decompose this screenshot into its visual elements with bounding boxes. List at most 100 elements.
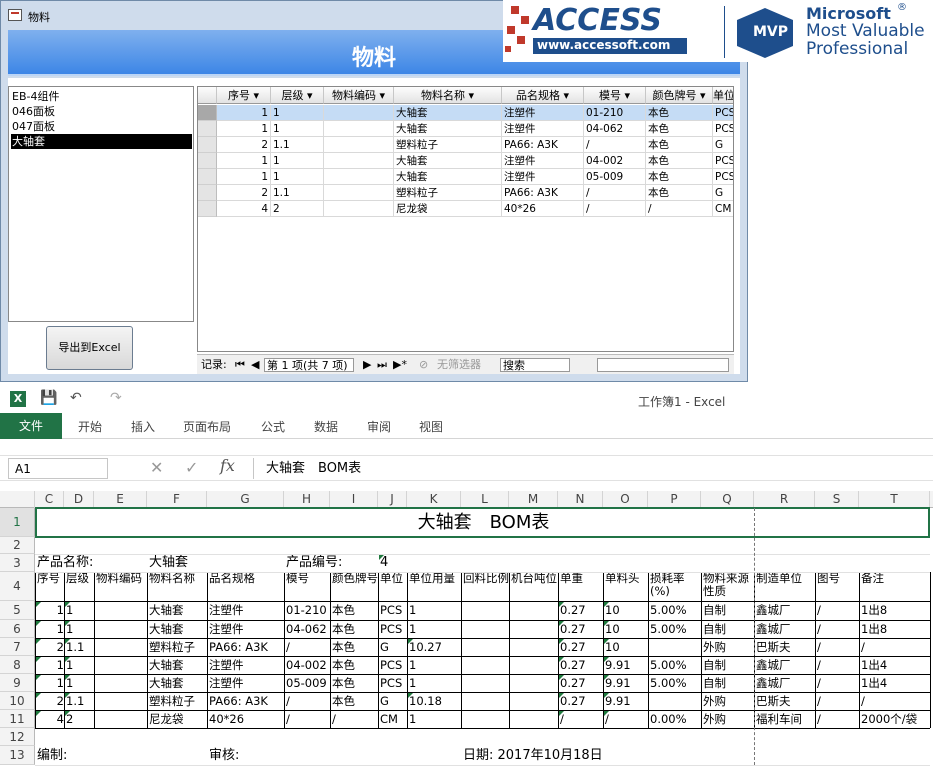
select-all-corner[interactable] (198, 87, 217, 104)
table-data-cell[interactable]: PCS (378, 656, 407, 674)
table-data-cell[interactable]: 鑫城厂 (754, 601, 815, 620)
grid-cell[interactable] (324, 105, 394, 121)
footer-editor[interactable]: 编制: (35, 746, 147, 765)
table-data-cell[interactable]: 04-062 (284, 620, 330, 638)
table-data-cell[interactable] (461, 674, 509, 692)
table-header-cell[interactable]: 序号 (35, 572, 64, 601)
record-selector[interactable] (198, 201, 217, 217)
table-data-cell[interactable]: 注塑件 (207, 601, 284, 620)
grid-cell[interactable]: / (646, 201, 713, 217)
table-data-cell[interactable]: 注塑件 (207, 620, 284, 638)
tab-formulas[interactable]: 公式 (261, 418, 285, 435)
column-header[interactable]: G (207, 491, 284, 508)
list-item[interactable]: 047面板 (11, 119, 192, 134)
table-header-cell[interactable]: 颜色牌号 (330, 572, 378, 601)
table-data-cell[interactable]: 1 (407, 710, 461, 728)
table-data-cell[interactable] (648, 692, 701, 710)
row-header[interactable]: 1 (0, 508, 35, 537)
table-data-cell[interactable]: 5.00% (648, 620, 701, 638)
table-header-cell[interactable]: 图号 (815, 572, 859, 601)
table-data-cell[interactable]: 鑫城厂 (754, 620, 815, 638)
datasheet-grid[interactable]: 序号 ▾层级 ▾物料编码 ▾物料名称 ▾品名规格 ▾模号 ▾颜色牌号 ▾单位 ▾… (197, 86, 734, 352)
footer-date[interactable]: 日期: 2017年10月18日 (461, 746, 754, 765)
last-record-icon[interactable]: ⏭ (377, 358, 387, 372)
table-header-cell[interactable]: 回料比例 (461, 572, 509, 601)
record-selector[interactable] (198, 185, 217, 201)
table-data-cell[interactable]: 塑料粒子 (147, 692, 207, 710)
table-data-cell[interactable]: 9.91 (603, 656, 648, 674)
column-header[interactable]: E (94, 491, 147, 508)
prev-record-icon[interactable]: ◀ (251, 358, 259, 372)
table-data-cell[interactable]: PCS (378, 620, 407, 638)
row-header[interactable]: 7 (0, 638, 35, 656)
table-data-cell[interactable]: 外购 (701, 692, 754, 710)
record-position[interactable]: 第 1 项(共 7 项) (264, 358, 354, 372)
table-data-cell[interactable]: 本色 (330, 620, 378, 638)
table-data-cell[interactable]: 0.27 (558, 638, 603, 656)
tab-view[interactable]: 视图 (419, 418, 443, 435)
table-data-cell[interactable]: 1 (407, 601, 461, 620)
table-data-cell[interactable]: 大轴套 (147, 656, 207, 674)
column-header[interactable]: J (378, 491, 407, 508)
table-data-cell[interactable]: PA66: A3K (207, 692, 284, 710)
column-header[interactable]: M (509, 491, 558, 508)
row-header[interactable]: 13 (0, 746, 35, 765)
grid-cell[interactable]: 1 (217, 169, 271, 185)
table-data-cell[interactable]: / (284, 638, 330, 656)
table-data-cell[interactable]: 2000个/袋 (859, 710, 930, 728)
table-data-cell[interactable]: 1 (407, 620, 461, 638)
table-data-cell[interactable]: / (284, 692, 330, 710)
table-data-cell[interactable]: 本色 (330, 656, 378, 674)
table-data-cell[interactable]: 10.27 (407, 638, 461, 656)
table-data-cell[interactable] (509, 656, 558, 674)
table-data-cell[interactable]: 1出4 (859, 674, 930, 692)
row-header[interactable]: 8 (0, 656, 35, 674)
table-data-cell[interactable] (461, 638, 509, 656)
table-header-cell[interactable]: 层级 (64, 572, 94, 601)
table-data-cell[interactable]: / (330, 710, 378, 728)
grid-cell[interactable]: 40*26 (502, 201, 584, 217)
table-data-cell[interactable]: 自制 (701, 601, 754, 620)
table-data-cell[interactable]: 外购 (701, 638, 754, 656)
table-data-cell[interactable]: 本色 (330, 692, 378, 710)
table-data-cell[interactable]: 0.27 (558, 674, 603, 692)
table-data-cell[interactable]: 巴斯夫 (754, 692, 815, 710)
grid-cell[interactable]: 04-062 (584, 121, 646, 137)
grid-cell[interactable]: 1 (271, 153, 324, 169)
table-data-cell[interactable]: 1 (407, 674, 461, 692)
table-data-cell[interactable]: PCS (378, 601, 407, 620)
grid-cell[interactable]: 05-009 (584, 169, 646, 185)
search-input[interactable]: 搜索 (500, 358, 570, 372)
grid-column-header[interactable]: 单位 ▾ (713, 87, 733, 104)
table-data-cell[interactable]: 尼龙袋 (147, 710, 207, 728)
table-data-cell[interactable]: CM (378, 710, 407, 728)
table-data-cell[interactable]: PCS (378, 674, 407, 692)
table-data-cell[interactable]: 1出8 (859, 620, 930, 638)
grid-cell[interactable]: 本色 (646, 137, 713, 153)
table-data-cell[interactable]: 9.91 (603, 692, 648, 710)
table-data-cell[interactable]: 自制 (701, 656, 754, 674)
column-header[interactable]: K (407, 491, 461, 508)
table-data-cell[interactable] (461, 710, 509, 728)
record-selector[interactable] (198, 121, 217, 137)
table-data-cell[interactable]: 0.27 (558, 692, 603, 710)
table-data-cell[interactable] (94, 656, 147, 674)
table-data-cell[interactable]: 10.18 (407, 692, 461, 710)
grid-cell[interactable]: 大轴套 (394, 169, 502, 185)
grid-cell[interactable]: 大轴套 (394, 105, 502, 121)
grid-cell[interactable]: 1 (217, 153, 271, 169)
export-excel-button[interactable]: 导出到Excel (46, 326, 133, 370)
grid-cell[interactable]: 注塑件 (502, 169, 584, 185)
table-header-cell[interactable]: 物料编码 (94, 572, 147, 601)
table-data-cell[interactable] (461, 620, 509, 638)
formula-input[interactable]: 大轴套 BOM表 (253, 458, 933, 479)
tab-data[interactable]: 数据 (314, 418, 338, 435)
grid-cell[interactable]: 塑料粒子 (394, 137, 502, 153)
table-data-cell[interactable]: 大轴套 (147, 620, 207, 638)
grid-cell[interactable] (324, 201, 394, 217)
table-header-cell[interactable]: 制造单位 (754, 572, 815, 601)
table-data-cell[interactable] (509, 710, 558, 728)
table-data-cell[interactable]: / (558, 710, 603, 728)
table-data-cell[interactable]: 鑫城厂 (754, 656, 815, 674)
grid-cell[interactable]: PCS (713, 121, 733, 137)
